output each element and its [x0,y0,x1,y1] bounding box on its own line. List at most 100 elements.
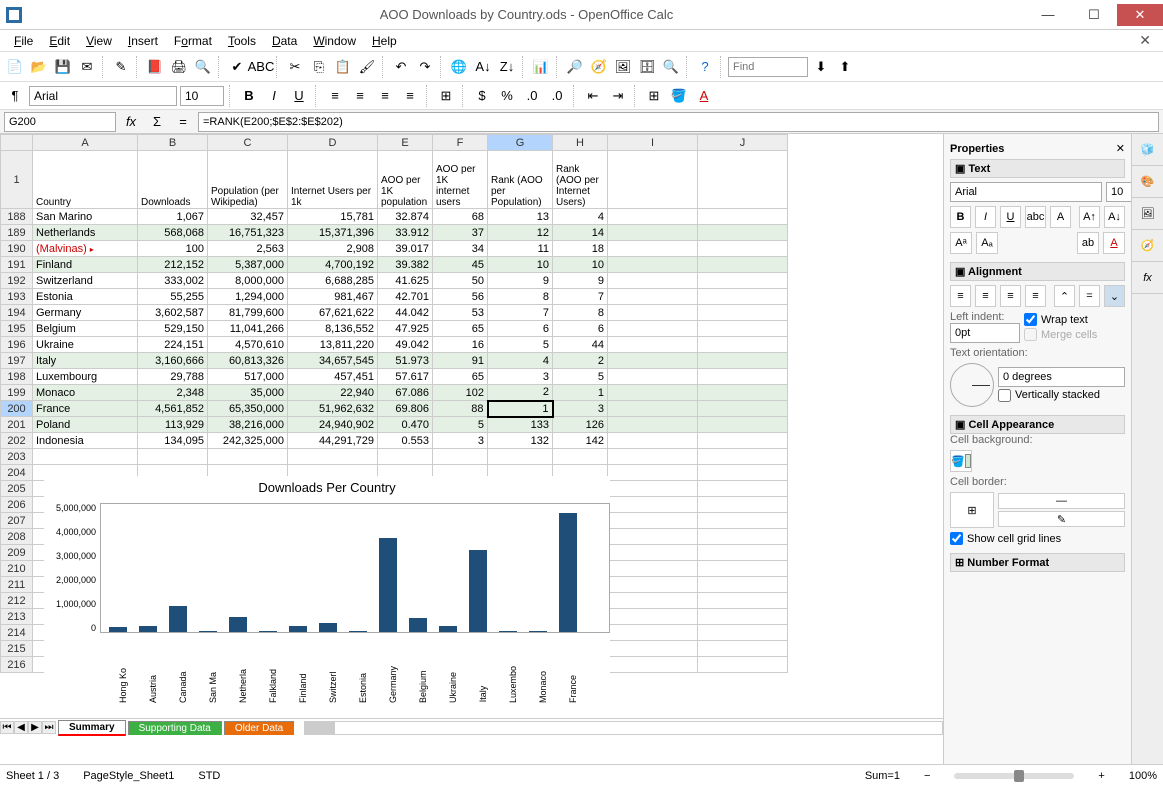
cell[interactable] [33,513,138,529]
cell[interactable]: 29,788 [138,369,208,385]
cell[interactable] [608,241,698,257]
bgcolor-button[interactable]: 🪣 [668,85,690,107]
cell[interactable] [608,449,698,465]
cell[interactable] [698,417,788,433]
header-cell[interactable]: Rank (AOO per Internet Users) [553,151,608,209]
cell[interactable]: 91 [433,353,488,369]
cell[interactable] [138,513,208,529]
cell[interactable]: 126 [553,417,608,433]
cell[interactable]: 10 [488,257,553,273]
cell[interactable] [433,657,488,673]
cell[interactable] [608,641,698,657]
cell[interactable]: 32.874 [378,209,433,225]
sb-align-justify[interactable]: ≡ [1025,285,1046,307]
row-header-213[interactable]: 213 [1,609,33,625]
bold-button[interactable]: B [238,85,260,107]
sb-valign-top[interactable]: ⌃ [1054,285,1075,307]
gallery-button[interactable]: 🖼 [612,56,634,78]
cell[interactable] [608,289,698,305]
col-header-C[interactable]: C [208,135,288,151]
row-header-210[interactable]: 210 [1,561,33,577]
save-button[interactable]: 💾 [52,56,74,78]
cell[interactable] [488,561,553,577]
cell[interactable]: 49.042 [378,337,433,353]
cell[interactable]: Germany [33,305,138,321]
cell[interactable] [33,577,138,593]
cell[interactable]: Italy [33,353,138,369]
edit-button[interactable]: ✎ [110,56,132,78]
cell[interactable] [378,609,433,625]
cell[interactable] [608,337,698,353]
find-prev-button[interactable]: ⬆ [834,56,856,78]
status-sum[interactable]: Sum=1 [865,770,900,782]
cell[interactable]: 5,387,000 [208,257,288,273]
cell[interactable] [608,529,698,545]
cell[interactable] [553,593,608,609]
cell[interactable]: 38,216,000 [208,417,288,433]
align-left-button[interactable]: ≡ [324,85,346,107]
decimal-add-button[interactable]: .0 [521,85,543,107]
cell[interactable] [488,545,553,561]
cell[interactable]: 44.042 [378,305,433,321]
preview-button[interactable]: 🔍 [192,56,214,78]
cell[interactable] [378,513,433,529]
merge-button[interactable]: ⊞ [435,85,457,107]
cell[interactable] [288,641,378,657]
sb-orientation-dial[interactable] [950,363,994,407]
spreadsheet-grid[interactable]: ABCDEFGHIJ1CountryDownloadsPopulation (p… [0,134,788,673]
cell[interactable] [33,593,138,609]
cell[interactable]: 11 [488,241,553,257]
sb-super-button[interactable]: Aᵃ [950,232,972,254]
cell[interactable] [698,513,788,529]
cell[interactable] [553,545,608,561]
cell[interactable] [33,641,138,657]
spellcheck-button[interactable]: ✔ [226,56,248,78]
col-header-G[interactable]: G [488,135,553,151]
cell[interactable] [288,529,378,545]
cell[interactable]: 8 [553,305,608,321]
pdf-button[interactable]: 📕 [144,56,166,78]
formula-input[interactable] [198,112,1159,132]
sb-border-preset[interactable]: ⊞ [950,492,994,528]
cell[interactable] [33,465,138,481]
cell[interactable]: Monaco [33,385,138,401]
cell[interactable] [608,321,698,337]
cell[interactable] [138,529,208,545]
sort-asc-button[interactable]: A↓ [472,56,494,78]
cell[interactable]: 224,151 [138,337,208,353]
cell[interactable] [138,449,208,465]
undo-button[interactable]: ↶ [390,56,412,78]
cell[interactable]: 212,152 [138,257,208,273]
col-header-I[interactable]: I [608,135,698,151]
cell[interactable] [608,657,698,673]
cell[interactable]: 133 [488,417,553,433]
sb-align-left[interactable]: ≡ [950,285,971,307]
cell[interactable] [698,337,788,353]
zoom-out[interactable]: − [924,770,930,782]
cell[interactable] [378,529,433,545]
cell[interactable] [433,449,488,465]
cell[interactable]: 37 [433,225,488,241]
cell[interactable] [698,625,788,641]
sum-button[interactable]: Σ [146,111,168,133]
cell[interactable] [608,481,698,497]
col-header-J[interactable]: J [698,135,788,151]
col-header-B[interactable]: B [138,135,208,151]
row-header-199[interactable]: 199 [1,385,33,401]
decimal-remove-button[interactable]: .0 [546,85,568,107]
cell[interactable]: 113,929 [138,417,208,433]
cell[interactable] [33,657,138,673]
row-header-214[interactable]: 214 [1,625,33,641]
row-header-216[interactable]: 216 [1,657,33,673]
cell[interactable]: 42.701 [378,289,433,305]
cell[interactable] [378,657,433,673]
cell[interactable] [488,449,553,465]
tab-last[interactable]: ⏭ [42,721,56,734]
cell[interactable] [208,449,288,465]
cell[interactable]: 24,940,902 [288,417,378,433]
cut-button[interactable]: ✂ [284,56,306,78]
cell[interactable] [138,577,208,593]
chart-button[interactable]: 📊 [530,56,552,78]
menu-help[interactable]: Help [364,32,405,50]
cell[interactable] [433,529,488,545]
